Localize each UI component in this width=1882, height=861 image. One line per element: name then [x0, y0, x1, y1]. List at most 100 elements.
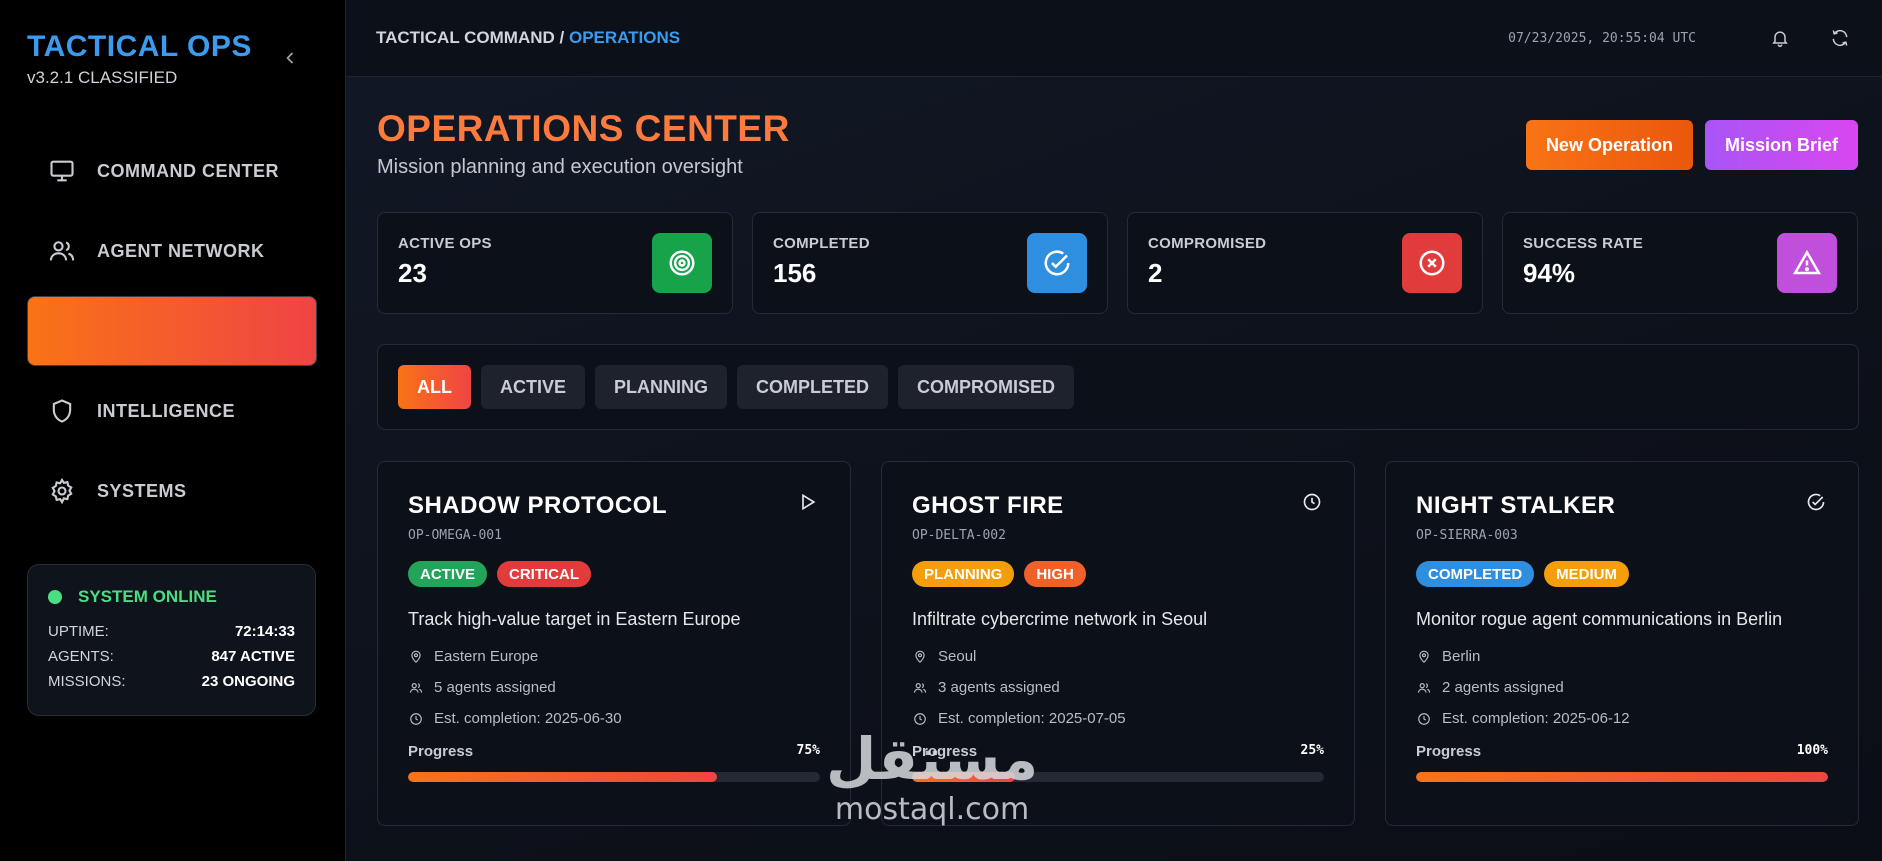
topbar-actions: 07/23/2025, 20:55:04 UTC: [1508, 26, 1852, 50]
breadcrumb-root[interactable]: TACTICAL COMMAND /: [376, 28, 569, 47]
filter-active[interactable]: ACTIVE: [481, 365, 586, 409]
meta-location: Berlin: [1416, 648, 1828, 665]
completed-status-button[interactable]: [1806, 492, 1828, 514]
main-content: TACTICAL COMMAND / OPERATIONS 07/23/2025…: [346, 0, 1882, 861]
online-indicator: [48, 590, 62, 604]
header-actions: New Operation Mission Brief: [1514, 120, 1858, 170]
system-status-card: SYSTEM ONLINE UPTIME: 72:14:33 AGENTS: 8…: [27, 564, 316, 716]
operation-card[interactable]: NIGHT STALKER OP-SIERRA-003 COMPLETED ME…: [1385, 461, 1859, 826]
users-icon: [408, 680, 424, 696]
progress-fill: [1416, 772, 1828, 782]
play-icon: [802, 493, 816, 511]
status-row-agents: AGENTS: 847 ACTIVE: [48, 648, 295, 665]
map-pin-icon: [912, 649, 928, 665]
operation-card[interactable]: SHADOW PROTOCOL OP-OMEGA-001 ACTIVE CRIT…: [377, 461, 851, 826]
sidebar-item-intelligence[interactable]: INTELLIGENCE: [27, 376, 317, 446]
priority-badge: HIGH: [1024, 561, 1086, 587]
meta-eta: Est. completion: 2025-06-12: [1416, 710, 1828, 727]
meta-agents: 2 agents assigned: [1416, 679, 1828, 696]
eta-text: Est. completion: 2025-07-05: [938, 710, 1126, 727]
brand: TACTICAL OPS v3.2.1 CLASSIFIED: [27, 30, 252, 88]
operation-description: Monitor rogue agent communications in Be…: [1416, 609, 1783, 629]
clock-icon: [912, 711, 928, 727]
status-value: 72:14:33: [234, 623, 295, 640]
eta-text: Est. completion: 2025-06-12: [1442, 710, 1630, 727]
new-operation-button[interactable]: New Operation: [1525, 120, 1693, 170]
progress-header: Progress 25%: [912, 743, 1324, 760]
notifications-button[interactable]: [1768, 26, 1792, 50]
operation-description: Track high-value target in Eastern Europ…: [408, 609, 741, 629]
operation-code: OP-SIERRA-003: [1416, 528, 1518, 543]
sidebar-item-label: AGENT NETWORK: [97, 240, 265, 261]
sidebar-item-command-center[interactable]: COMMAND CENTER: [27, 136, 317, 206]
status-badge: PLANNING: [912, 561, 1015, 587]
operation-name: GHOST FIRE: [912, 492, 1064, 519]
users-icon: [47, 236, 77, 266]
filter-bar: ALL ACTIVE PLANNING COMPLETED COMPROMISE…: [377, 344, 1859, 430]
sidebar-item-operations[interactable]: [27, 296, 317, 366]
progress-fill: [912, 772, 1015, 782]
status-header: SYSTEM ONLINE: [48, 587, 295, 607]
stat-card-success-rate: SUCCESS RATE 94%: [1502, 212, 1858, 314]
timestamp: 07/23/2025, 20:55:04 UTC: [1508, 30, 1696, 46]
status-key: UPTIME:: [48, 623, 109, 640]
brand-version: v3.2.1 CLASSIFIED: [27, 68, 178, 87]
app-root: TACTICAL OPS v3.2.1 CLASSIFIED COMMAND C…: [0, 0, 1882, 861]
mission-brief-button[interactable]: Mission Brief: [1704, 120, 1858, 170]
filter-all[interactable]: ALL: [398, 365, 471, 409]
stat-icon-box: [652, 233, 712, 293]
collapse-sidebar-button[interactable]: [280, 48, 300, 68]
meta-eta: Est. completion: 2025-06-30: [408, 710, 820, 727]
filter-completed[interactable]: COMPLETED: [737, 365, 889, 409]
operation-code: OP-OMEGA-001: [408, 528, 502, 543]
start-operation-button[interactable]: [798, 492, 820, 514]
sidebar-item-systems[interactable]: SYSTEMS: [27, 456, 317, 526]
filter-planning[interactable]: PLANNING: [595, 365, 728, 409]
operation-name: NIGHT STALKER: [1416, 492, 1616, 519]
monitor-icon: [47, 156, 77, 186]
operation-card[interactable]: GHOST FIRE OP-DELTA-002 PLANNING HIGH In…: [881, 461, 1355, 826]
breadcrumb-current: OPERATIONS: [568, 28, 681, 47]
stat-icon-box: [1402, 233, 1462, 293]
breadcrumb: TACTICAL COMMAND / OPERATIONS: [376, 28, 680, 48]
status-key: AGENTS:: [48, 648, 114, 665]
sidebar: TACTICAL OPS v3.2.1 CLASSIFIED COMMAND C…: [0, 0, 346, 861]
location-text: Eastern Europe: [434, 648, 539, 665]
priority-badge: CRITICAL: [497, 561, 592, 587]
page-subtitle: Mission planning and execution oversight: [377, 156, 743, 178]
operations-grid: SHADOW PROTOCOL OP-OMEGA-001 ACTIVE CRIT…: [377, 461, 1882, 826]
schedule-button[interactable]: [1302, 492, 1324, 514]
progress-bar: [1416, 772, 1828, 782]
chevron-left-icon: [286, 52, 294, 64]
progress-label: Progress: [408, 743, 474, 760]
status-badge: ACTIVE: [408, 561, 488, 587]
brand-title: TACTICAL OPS: [27, 30, 252, 63]
x-circle-icon: [1419, 250, 1445, 276]
progress-percent: 25%: [1300, 743, 1324, 758]
agents-text: 3 agents assigned: [938, 679, 1060, 696]
target-icon: [669, 250, 695, 276]
location-text: Berlin: [1442, 648, 1481, 665]
stat-icon-box: [1027, 233, 1087, 293]
location-text: Seoul: [938, 648, 977, 665]
topbar: TACTICAL COMMAND / OPERATIONS 07/23/2025…: [346, 0, 1882, 77]
progress-fill: [408, 772, 717, 782]
progress-header: Progress 75%: [408, 743, 820, 760]
operation-description: Infiltrate cybercrime network in Seoul: [912, 609, 1208, 629]
clock-icon: [1303, 493, 1321, 511]
progress-percent: 75%: [796, 743, 820, 758]
gear-icon: [47, 476, 77, 506]
stat-card-completed: COMPLETED 156: [752, 212, 1108, 314]
operation-meta: Eastern Europe 5 agents assigned Est. co…: [408, 648, 820, 727]
filter-compromised[interactable]: COMPROMISED: [898, 365, 1075, 409]
status-value: 23 ONGOING: [201, 673, 295, 690]
sidebar-item-label: INTELLIGENCE: [97, 400, 236, 421]
status-value: 847 ACTIVE: [211, 648, 295, 665]
meta-location: Eastern Europe: [408, 648, 820, 665]
refresh-button[interactable]: [1828, 26, 1852, 50]
shield-icon: [47, 396, 77, 426]
sidebar-item-agent-network[interactable]: AGENT NETWORK: [27, 216, 317, 286]
map-pin-icon: [408, 649, 424, 665]
progress-header: Progress 100%: [1416, 743, 1828, 760]
operation-meta: Berlin 2 agents assigned Est. completion…: [1416, 648, 1828, 727]
